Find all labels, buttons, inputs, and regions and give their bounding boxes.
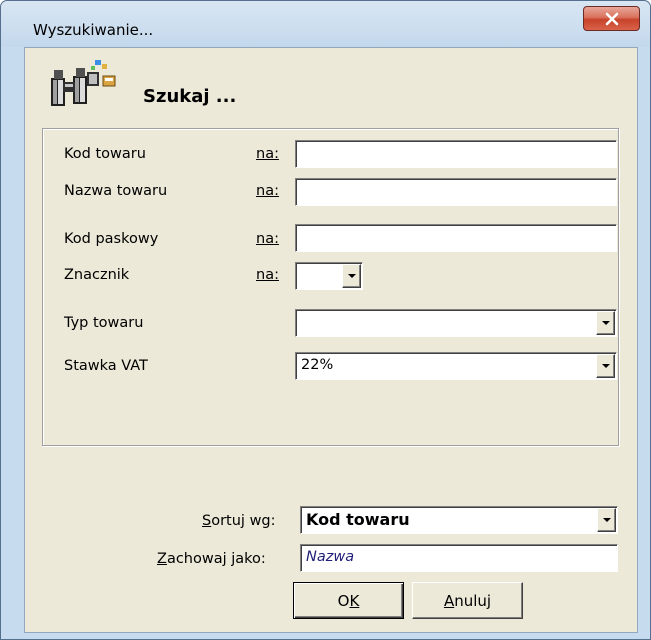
ok-label-main: O	[337, 591, 350, 610]
stawka-vat-label: Stawka VAT	[64, 358, 148, 374]
typ-towaru-select[interactable]	[295, 309, 617, 337]
kod-towaru-match-label: na:	[256, 146, 279, 162]
ok-button[interactable]: OK	[293, 582, 404, 619]
kod-paskowy-input[interactable]	[295, 224, 617, 252]
dialog-client-area: Szukaj ... Kod towaru na: Nazwa towaru n…	[24, 47, 638, 633]
kod-paskowy-label: Kod paskowy	[64, 231, 159, 247]
znacznik-select[interactable]	[295, 262, 363, 290]
kod-towaru-label: Kod towaru	[64, 146, 146, 162]
close-button[interactable]	[583, 6, 640, 31]
sort-label-accel: S	[202, 513, 212, 529]
znacznik-dropdown-button[interactable]	[342, 264, 361, 288]
save-as-label: Zachowaj jako:	[157, 551, 266, 567]
search-title: Szukaj ...	[143, 86, 237, 107]
cancel-label-accel: A	[443, 591, 455, 610]
stawka-vat-select[interactable]: 22%	[295, 352, 617, 380]
save-as-label-text: achowaj jako:	[166, 551, 266, 567]
search-dialog-window: Wyszukiwanie... Szukaj ... Kod towaru na…	[0, 0, 651, 640]
search-header: Szukaj ...	[25, 48, 637, 120]
ok-label-accel: K	[349, 591, 360, 610]
nazwa-towaru-input[interactable]	[295, 178, 617, 206]
cancel-button-label: Anuluj	[444, 592, 491, 610]
sort-dropdown-button[interactable]	[597, 508, 616, 532]
znacznik-label: Znacznik	[64, 267, 130, 283]
chevron-down-icon	[601, 321, 610, 325]
nazwa-towaru-label: Nazwa towaru	[64, 183, 168, 199]
znacznik-match-label: na:	[256, 267, 279, 283]
chevron-down-icon	[347, 274, 356, 278]
save-as-input[interactable]: Nazwa	[300, 544, 618, 572]
ok-button-label: OK	[338, 592, 360, 610]
close-icon	[605, 12, 618, 25]
chevron-down-icon	[601, 364, 610, 368]
typ-towaru-label: Typ towaru	[64, 315, 144, 331]
chevron-down-icon	[602, 518, 611, 522]
stawka-vat-value: 22%	[301, 357, 334, 373]
save-as-label-accel: Z	[157, 551, 167, 567]
nazwa-towaru-match-label: na:	[256, 183, 279, 199]
title-bar[interactable]: Wyszukiwanie...	[1, 1, 650, 47]
kod-towaru-input[interactable]	[295, 140, 617, 168]
kod-paskowy-match-label: na:	[256, 231, 279, 247]
typ-towaru-dropdown-button[interactable]	[596, 311, 615, 335]
sort-value: Kod towaru	[306, 510, 410, 529]
sort-label: Sortuj wg:	[202, 513, 276, 529]
cancel-button[interactable]: Anuluj	[412, 582, 523, 619]
sort-select[interactable]: Kod towaru	[300, 506, 618, 534]
window-title: Wyszukiwanie...	[33, 21, 154, 39]
stawka-vat-dropdown-button[interactable]	[596, 354, 615, 378]
save-as-placeholder: Nazwa	[306, 549, 355, 565]
cancel-label-main: nuluj	[454, 591, 492, 610]
sort-label-text: ortuj wg:	[211, 513, 276, 529]
binoculars-icon	[51, 60, 116, 106]
